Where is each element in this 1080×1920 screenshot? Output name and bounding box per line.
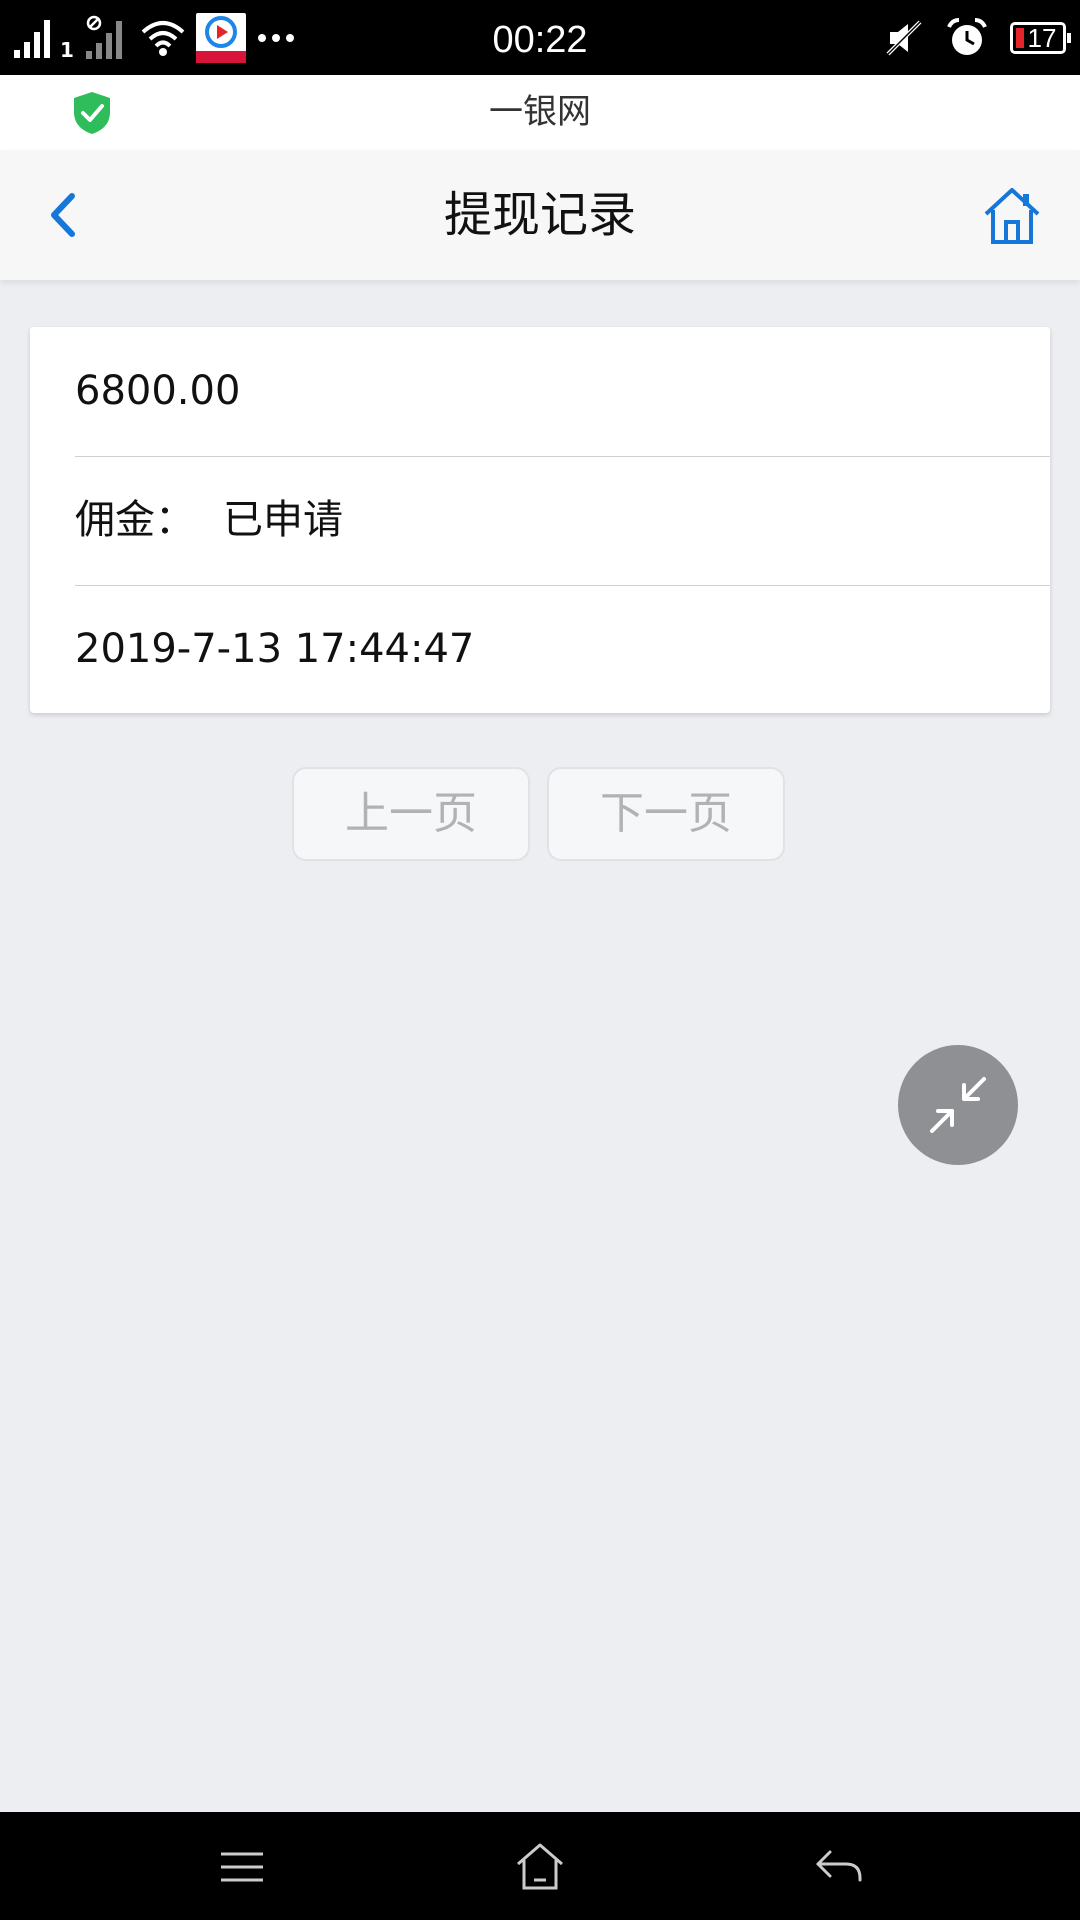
browser-title-bar: 一银网 [0, 75, 1080, 150]
site-title: 一银网 [489, 92, 591, 132]
record-status: 已申请 [223, 497, 343, 543]
status-bar: 1 00:22 17 [0, 0, 1080, 75]
alarm-icon [947, 18, 987, 55]
record-datetime: 2019-7-13 17:44:47 [75, 626, 475, 672]
system-nav-bar [0, 1812, 1080, 1920]
collapse-float-button[interactable] [898, 1045, 1018, 1165]
record-status-row: 佣金： 已申请 [75, 456, 1050, 586]
record-amount: 6800.00 [75, 327, 1050, 457]
withdraw-record-card: 6800.00 佣金： 已申请 2019-7-13 17:44:47 [30, 327, 1050, 713]
battery-level: 17 [1027, 22, 1057, 53]
collapse-arrows-icon [930, 1077, 986, 1133]
page-title: 提现记录 [443, 187, 636, 243]
status-right-icons: 17 [884, 12, 1071, 64]
menu-icon[interactable] [215, 1840, 269, 1894]
home-icon[interactable] [982, 186, 1042, 246]
mute-icon [886, 20, 922, 56]
home-outline-icon[interactable] [513, 1840, 567, 1894]
page-header: 提现记录 [0, 150, 1080, 280]
next-page-button[interactable]: 下一页 [547, 767, 785, 861]
back-arrow-icon[interactable] [812, 1840, 866, 1894]
record-type-label: 佣金： [75, 497, 195, 543]
battery-icon: 17 [1010, 22, 1071, 54]
prev-page-button[interactable]: 上一页 [292, 767, 530, 861]
